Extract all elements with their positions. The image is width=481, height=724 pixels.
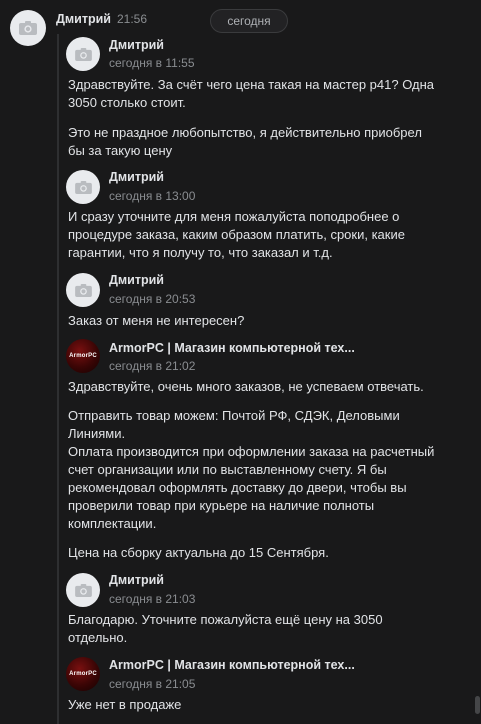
message-text: Уже нет в продаже bbox=[68, 697, 182, 712]
message-avatar[interactable] bbox=[66, 273, 100, 307]
message-author[interactable]: Дмитрий bbox=[109, 573, 164, 587]
message-author[interactable]: Дмитрий bbox=[109, 273, 164, 287]
message-text: Цена на сборку актуальна до 15 Сентября. bbox=[68, 545, 329, 560]
camera-icon bbox=[74, 583, 92, 597]
message-text: Заказ от меня не интересен? bbox=[68, 313, 245, 328]
message-text: Это не праздное любопытство, я действите… bbox=[68, 125, 422, 158]
brand-logo-avatar[interactable]: ArmorPC bbox=[66, 657, 100, 691]
date-divider: сегодня bbox=[210, 9, 288, 33]
camera-icon bbox=[74, 283, 92, 297]
message-text: Благодарю. Уточните пожалуйста ещё цену … bbox=[68, 612, 383, 645]
brand-logo-text: ArmorPC bbox=[69, 671, 97, 677]
camera-icon bbox=[19, 21, 37, 35]
message-time: сегодня в 21:02 bbox=[109, 359, 196, 373]
sender-avatar[interactable] bbox=[10, 10, 46, 46]
scrollbar-thumb[interactable] bbox=[475, 696, 480, 714]
message-time: сегодня в 20:53 bbox=[109, 292, 196, 306]
header-time: 21:56 bbox=[117, 12, 148, 26]
message-author[interactable]: ArmorPC | Магазин компьютерной тех... bbox=[109, 341, 355, 355]
message-author[interactable]: Дмитрий bbox=[109, 38, 164, 52]
header-sender-name[interactable]: Дмитрий bbox=[56, 12, 111, 26]
camera-icon bbox=[74, 47, 92, 61]
message-avatar[interactable] bbox=[66, 170, 100, 204]
message-author[interactable]: ArmorPC | Магазин компьютерной тех... bbox=[109, 658, 355, 672]
thread-line bbox=[57, 34, 59, 724]
message-avatar[interactable] bbox=[66, 573, 100, 607]
message-time: сегодня в 13:00 bbox=[109, 189, 196, 203]
message-text: И сразу уточните для меня пожалуйста поп… bbox=[68, 209, 405, 260]
message-time: сегодня в 11:55 bbox=[109, 56, 195, 70]
message-time: сегодня в 21:03 bbox=[109, 592, 196, 606]
message-time: сегодня в 21:05 bbox=[109, 677, 196, 691]
brand-logo-text: ArmorPC bbox=[69, 353, 97, 359]
camera-icon bbox=[74, 180, 92, 194]
brand-logo-avatar[interactable]: ArmorPC bbox=[66, 339, 100, 373]
message-text: Здравствуйте, очень много заказов, не ус… bbox=[68, 379, 424, 394]
message-text: Отправить товар можем: Почтой РФ, СДЭК, … bbox=[68, 408, 435, 531]
message-text: Здравствуйте. За счёт чего цена такая на… bbox=[68, 77, 435, 110]
message-author[interactable]: Дмитрий bbox=[109, 170, 164, 184]
message-avatar[interactable] bbox=[66, 37, 100, 71]
